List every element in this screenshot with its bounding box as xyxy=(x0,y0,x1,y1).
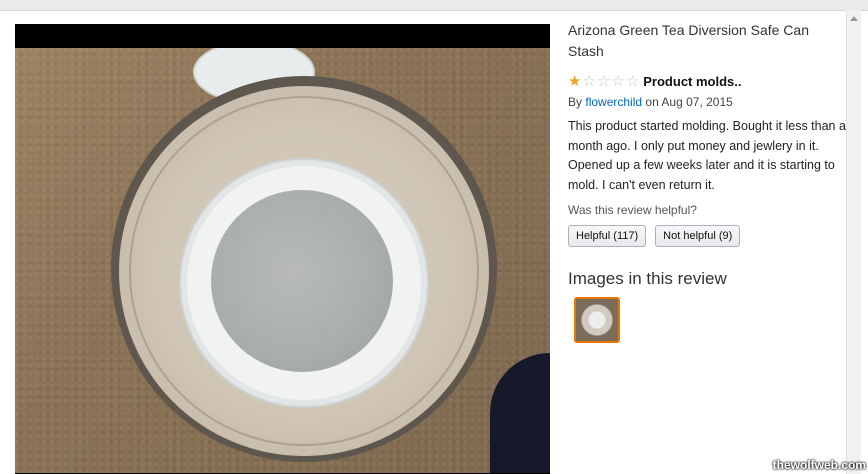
review-date: on Aug 07, 2015 xyxy=(645,95,733,109)
not-helpful-button[interactable]: Not helpful (9) xyxy=(655,225,741,247)
review-image-thumbnail[interactable] xyxy=(574,297,620,343)
review-body: This product started molding. Bought it … xyxy=(568,119,846,192)
star-filled-icon: ★ xyxy=(568,73,582,90)
photo-cup-inner xyxy=(211,190,393,372)
review-title: Product molds.. xyxy=(643,74,742,89)
images-section-heading: Images in this review xyxy=(568,269,727,288)
helpful-buttons: Helpful (117) Not helpful (9) xyxy=(568,225,848,247)
product-title[interactable]: Arizona Green Tea Diversion Safe Can Sta… xyxy=(568,20,848,62)
scroll-up-arrow-icon[interactable] xyxy=(850,16,858,21)
watermark: thewolfweb.com xyxy=(772,458,866,472)
star-empty-icon: ☆ xyxy=(625,73,640,90)
star-rating: ★ ☆ ☆ ☆ ☆ xyxy=(568,74,639,89)
star-empty-icon: ☆ xyxy=(596,73,611,90)
byline-prefix: By xyxy=(568,95,583,109)
helpful-question: Was this review helpful? xyxy=(568,203,697,217)
photo-dark-corner xyxy=(490,353,550,473)
review-byline: By flowerchild on Aug 07, 2015 xyxy=(568,95,848,109)
review-header: ★ ☆ ☆ ☆ ☆ Product molds.. xyxy=(568,74,848,89)
review-photo xyxy=(15,48,550,473)
review-photo-viewer xyxy=(15,24,550,474)
helpful-button[interactable]: Helpful (117) xyxy=(568,225,647,247)
star-empty-icon: ☆ xyxy=(582,73,596,90)
star-empty-icon: ☆ xyxy=(611,73,625,90)
review-panel: Arizona Green Tea Diversion Safe Can Sta… xyxy=(568,20,848,343)
author-link[interactable]: flowerchild xyxy=(585,95,642,109)
browser-top-bar xyxy=(0,0,868,11)
vertical-scrollbar[interactable] xyxy=(846,10,861,474)
